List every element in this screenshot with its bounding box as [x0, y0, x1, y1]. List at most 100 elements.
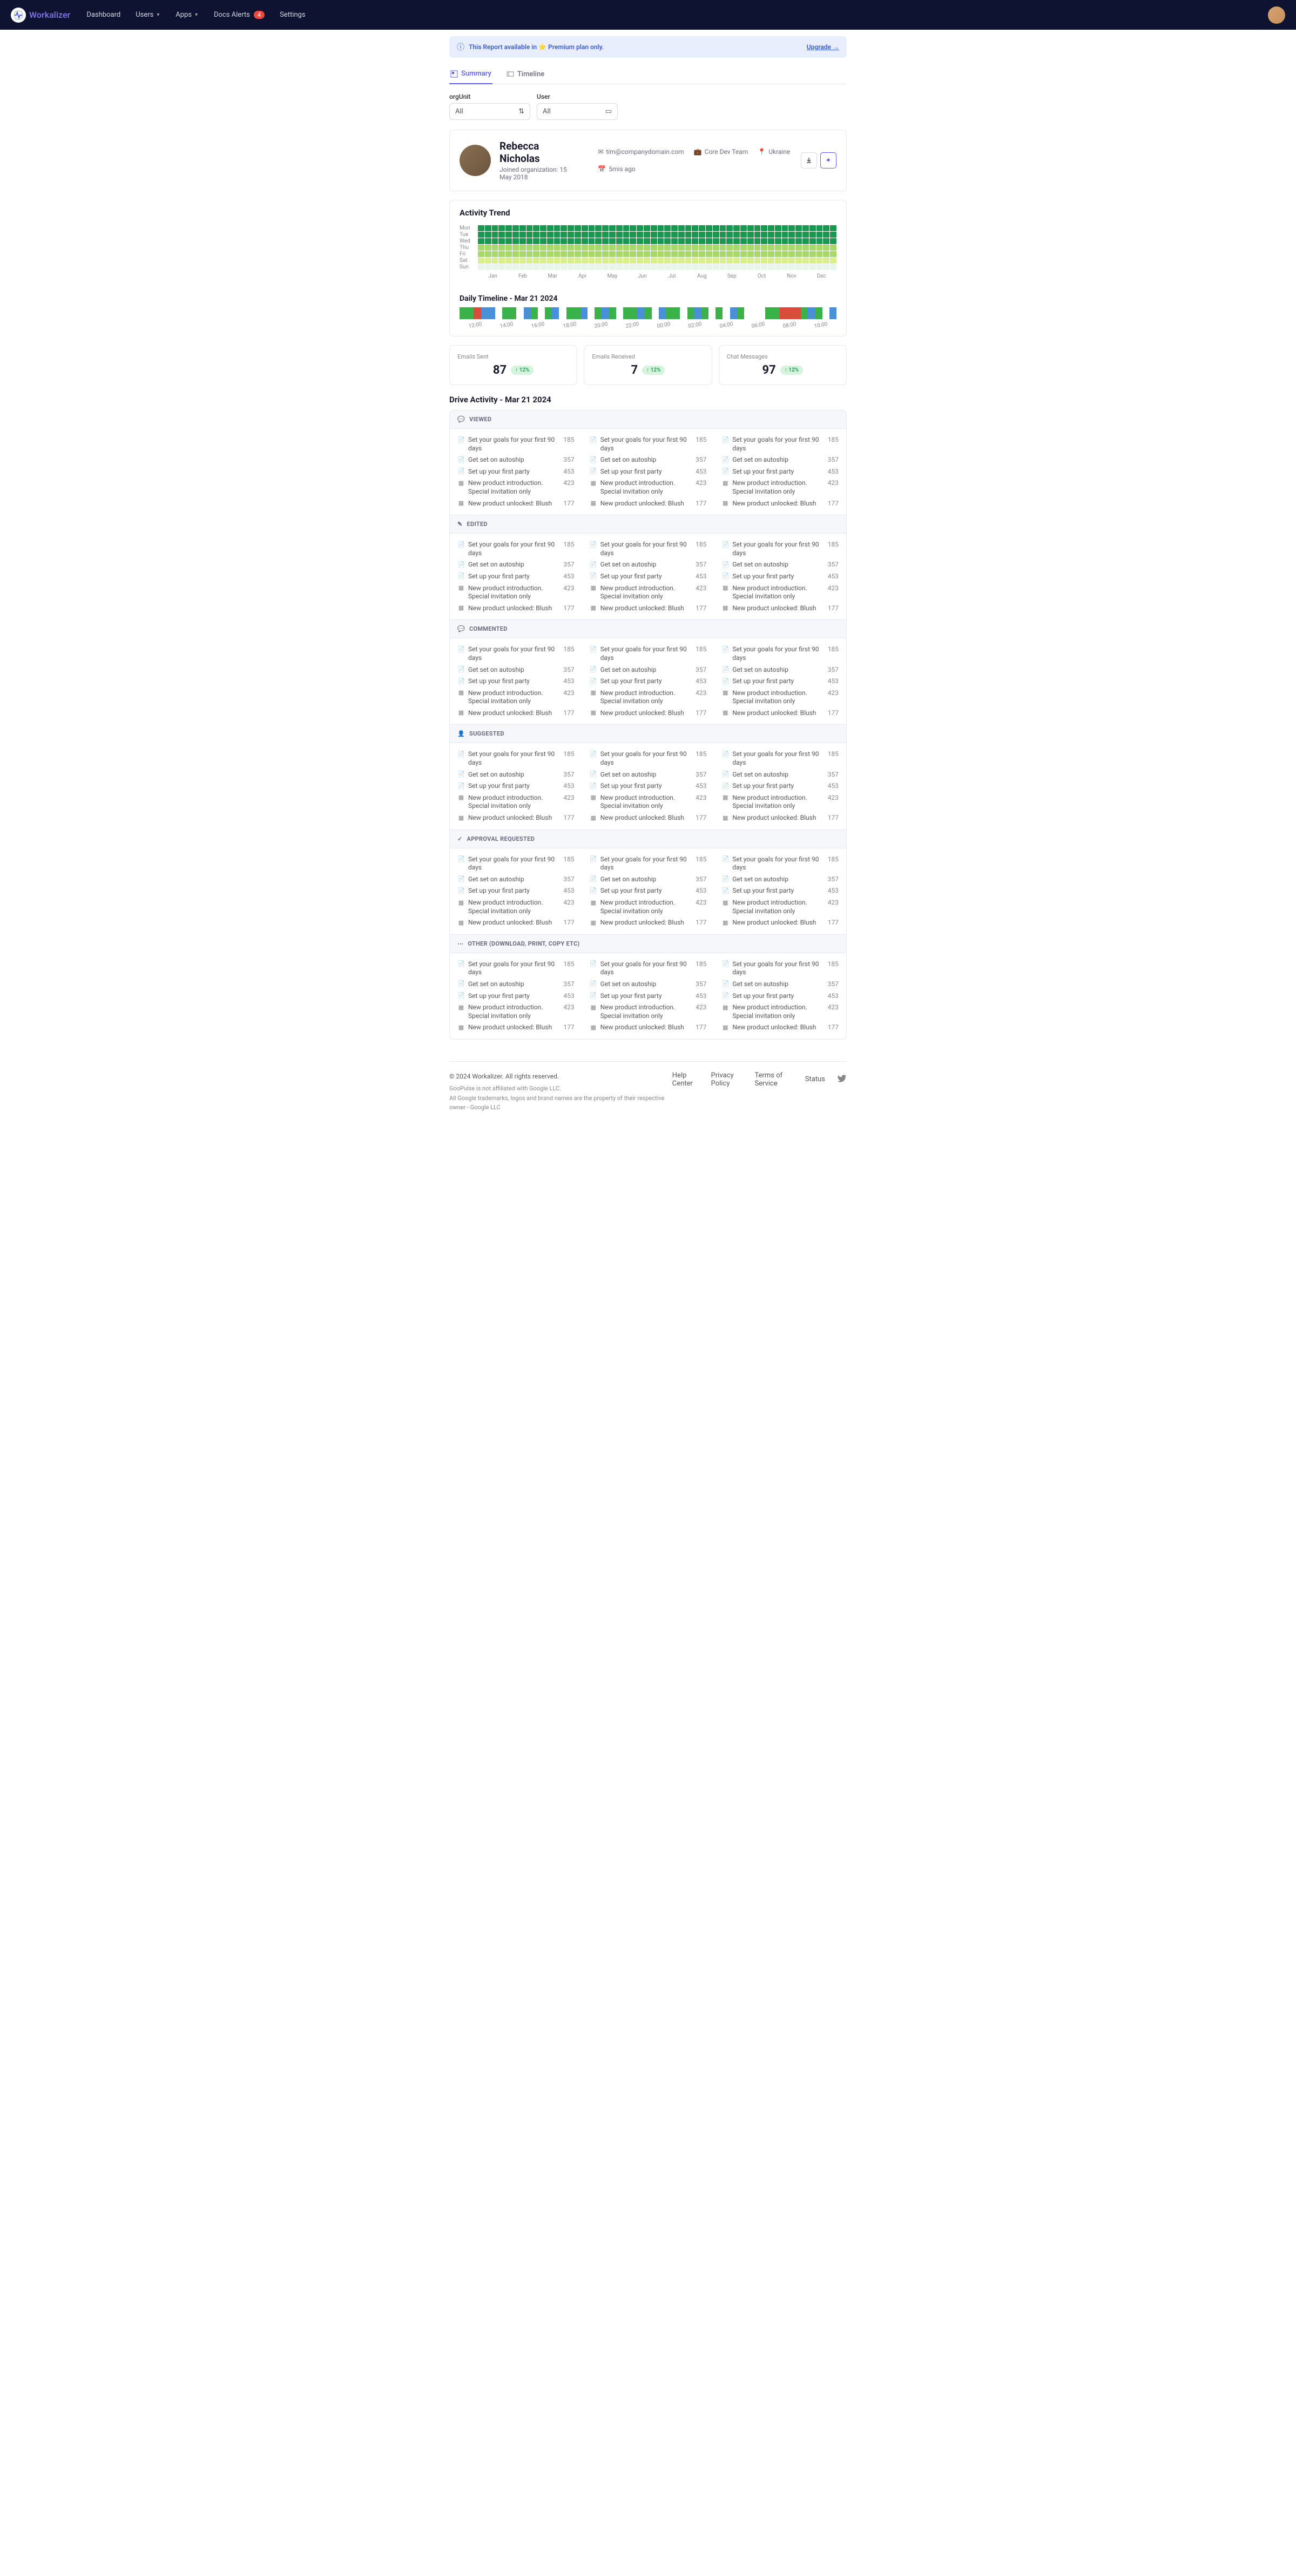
file-row[interactable]: 📄Set up your first party453 [721, 780, 839, 792]
nav-users[interactable]: Users ▼ [136, 11, 160, 19]
file-row[interactable]: 📄Set your goals for your first 90 days18… [457, 748, 575, 768]
file-row[interactable]: 📄Set up your first party453 [721, 990, 839, 1002]
file-row[interactable]: 📄Set up your first party453 [590, 676, 707, 687]
file-row[interactable]: 📄Set up your first party453 [457, 990, 575, 1002]
tab-summary[interactable]: Summary [449, 64, 492, 84]
nav-docs-alerts[interactable]: Docs Alerts4 [214, 11, 265, 19]
file-row[interactable]: 📄Get set on autoship357 [457, 664, 575, 676]
file-row[interactable]: ▦New product unlocked: Blush177 [457, 707, 575, 719]
footer-link[interactable]: Status [805, 1075, 825, 1083]
logo[interactable]: Workalizer [11, 8, 70, 23]
file-row[interactable]: 📄Set your goals for your first 90 days18… [457, 854, 575, 874]
file-row[interactable]: 📄Get set on autoship357 [457, 979, 575, 990]
file-row[interactable]: ▦New product introduction. Special invit… [721, 583, 839, 603]
file-row[interactable]: 📄Set up your first party453 [457, 676, 575, 687]
file-row[interactable]: ▦New product introduction. Special invit… [590, 477, 707, 497]
file-row[interactable]: 📄Set your goals for your first 90 days18… [457, 959, 575, 979]
file-row[interactable]: 📄Set your goals for your first 90 days18… [721, 959, 839, 979]
file-row[interactable]: 📄Set your goals for your first 90 days18… [457, 434, 575, 454]
orgunit-select[interactable]: All⇅ [449, 103, 530, 120]
file-row[interactable]: ▦New product unlocked: Blush177 [590, 603, 707, 615]
file-row[interactable]: 📄Get set on autoship357 [590, 454, 707, 466]
upgrade-link[interactable]: Upgrade → [807, 43, 839, 51]
download-button[interactable] [801, 152, 817, 168]
file-row[interactable]: ▦New product introduction. Special invit… [457, 477, 575, 497]
file-row[interactable]: 📄Set up your first party453 [590, 885, 707, 897]
user-avatar[interactable] [1268, 6, 1285, 24]
file-row[interactable]: 📄Set your goals for your first 90 days18… [721, 539, 839, 559]
file-row[interactable]: ▦New product introduction. Special invit… [457, 897, 575, 917]
file-row[interactable]: 📄Get set on autoship357 [721, 874, 839, 886]
file-row[interactable]: 📄Set your goals for your first 90 days18… [721, 748, 839, 768]
twitter-icon[interactable] [837, 1074, 847, 1085]
file-row[interactable]: ▦New product unlocked: Blush177 [721, 707, 839, 719]
file-row[interactable]: 📄Set your goals for your first 90 days18… [721, 854, 839, 874]
file-row[interactable]: ▦New product unlocked: Blush177 [590, 498, 707, 510]
file-row[interactable]: 📄Get set on autoship357 [590, 979, 707, 990]
file-row[interactable]: 📄Set up your first party453 [721, 466, 839, 478]
file-row[interactable]: ▦New product introduction. Special invit… [457, 583, 575, 603]
user-select[interactable]: All▭ [537, 103, 618, 120]
file-row[interactable]: 📄Set your goals for your first 90 days18… [590, 959, 707, 979]
file-row[interactable]: 📄Set your goals for your first 90 days18… [590, 539, 707, 559]
file-row[interactable]: 📄Set your goals for your first 90 days18… [457, 644, 575, 664]
tab-timeline[interactable]: Timeline [505, 64, 545, 84]
file-row[interactable]: ▦New product introduction. Special invit… [590, 897, 707, 917]
file-row[interactable]: 📄Set up your first party453 [457, 780, 575, 792]
file-row[interactable]: ▦New product introduction. Special invit… [721, 477, 839, 497]
file-row[interactable]: ▦New product introduction. Special invit… [721, 897, 839, 917]
file-row[interactable]: 📄Get set on autoship357 [590, 769, 707, 781]
file-row[interactable]: ▦New product unlocked: Blush177 [457, 1022, 575, 1034]
file-row[interactable]: 📄Get set on autoship357 [457, 559, 575, 571]
sparkle-button[interactable]: ✦ [820, 152, 836, 168]
file-row[interactable]: ▦New product unlocked: Blush177 [590, 917, 707, 929]
file-row[interactable]: 📄Set your goals for your first 90 days18… [721, 434, 839, 454]
file-row[interactable]: ▦New product introduction. Special invit… [457, 1002, 575, 1022]
file-row[interactable]: ▦New product unlocked: Blush177 [590, 812, 707, 824]
nav-settings[interactable]: Settings [280, 11, 305, 19]
file-row[interactable]: 📄Set your goals for your first 90 days18… [457, 539, 575, 559]
file-row[interactable]: 📄Get set on autoship357 [457, 454, 575, 466]
file-row[interactable]: ▦New product unlocked: Blush177 [721, 498, 839, 510]
file-row[interactable]: ▦New product unlocked: Blush177 [721, 812, 839, 824]
file-row[interactable]: ▦New product introduction. Special invit… [721, 1002, 839, 1022]
file-row[interactable]: 📄Get set on autoship357 [590, 559, 707, 571]
file-row[interactable]: 📄Set your goals for your first 90 days18… [590, 748, 707, 768]
timeline-bar[interactable] [460, 307, 836, 319]
file-row[interactable]: ▦New product introduction. Special invit… [590, 1002, 707, 1022]
file-row[interactable]: ▦New product unlocked: Blush177 [721, 603, 839, 615]
file-row[interactable]: ▦New product unlocked: Blush177 [457, 812, 575, 824]
nav-apps[interactable]: Apps ▼ [176, 11, 199, 19]
file-row[interactable]: ▦New product introduction. Special invit… [457, 792, 575, 812]
file-row[interactable]: ▦New product introduction. Special invit… [590, 687, 707, 707]
file-row[interactable]: 📄Get set on autoship357 [721, 979, 839, 990]
file-row[interactable]: 📄Get set on autoship357 [721, 769, 839, 781]
file-row[interactable]: 📄Set your goals for your first 90 days18… [721, 644, 839, 664]
file-row[interactable]: 📄Set up your first party453 [590, 466, 707, 478]
file-row[interactable]: ▦New product introduction. Special invit… [457, 687, 575, 707]
file-row[interactable]: 📄Set up your first party453 [721, 885, 839, 897]
file-row[interactable]: 📄Set up your first party453 [590, 780, 707, 792]
footer-link[interactable]: Terms of Service [754, 1071, 793, 1088]
file-row[interactable]: ▦New product unlocked: Blush177 [721, 917, 839, 929]
file-row[interactable]: ▦New product unlocked: Blush177 [457, 603, 575, 615]
file-row[interactable]: 📄Set up your first party453 [457, 571, 575, 583]
file-row[interactable]: 📄Set up your first party453 [721, 571, 839, 583]
file-row[interactable]: 📄Get set on autoship357 [457, 769, 575, 781]
file-row[interactable]: ▦New product introduction. Special invit… [721, 687, 839, 707]
file-row[interactable]: ▦New product introduction. Special invit… [590, 583, 707, 603]
file-row[interactable]: 📄Set up your first party453 [457, 466, 575, 478]
file-row[interactable]: 📄Set up your first party453 [590, 990, 707, 1002]
file-row[interactable]: 📄Get set on autoship357 [721, 559, 839, 571]
file-row[interactable]: ▦New product unlocked: Blush177 [721, 1022, 839, 1034]
file-row[interactable]: ▦New product unlocked: Blush177 [590, 707, 707, 719]
nav-dashboard[interactable]: Dashboard [86, 11, 120, 19]
file-row[interactable]: 📄Get set on autoship357 [457, 874, 575, 886]
activity-heatmap[interactable]: MonTueWedThuFriSatSun [460, 225, 836, 270]
file-row[interactable]: 📄Set your goals for your first 90 days18… [590, 434, 707, 454]
file-row[interactable]: 📄Get set on autoship357 [590, 874, 707, 886]
file-row[interactable]: 📄Set up your first party453 [721, 676, 839, 687]
file-row[interactable]: 📄Set your goals for your first 90 days18… [590, 644, 707, 664]
footer-link[interactable]: Help Center [672, 1071, 699, 1088]
file-row[interactable]: ▦New product unlocked: Blush177 [457, 498, 575, 510]
